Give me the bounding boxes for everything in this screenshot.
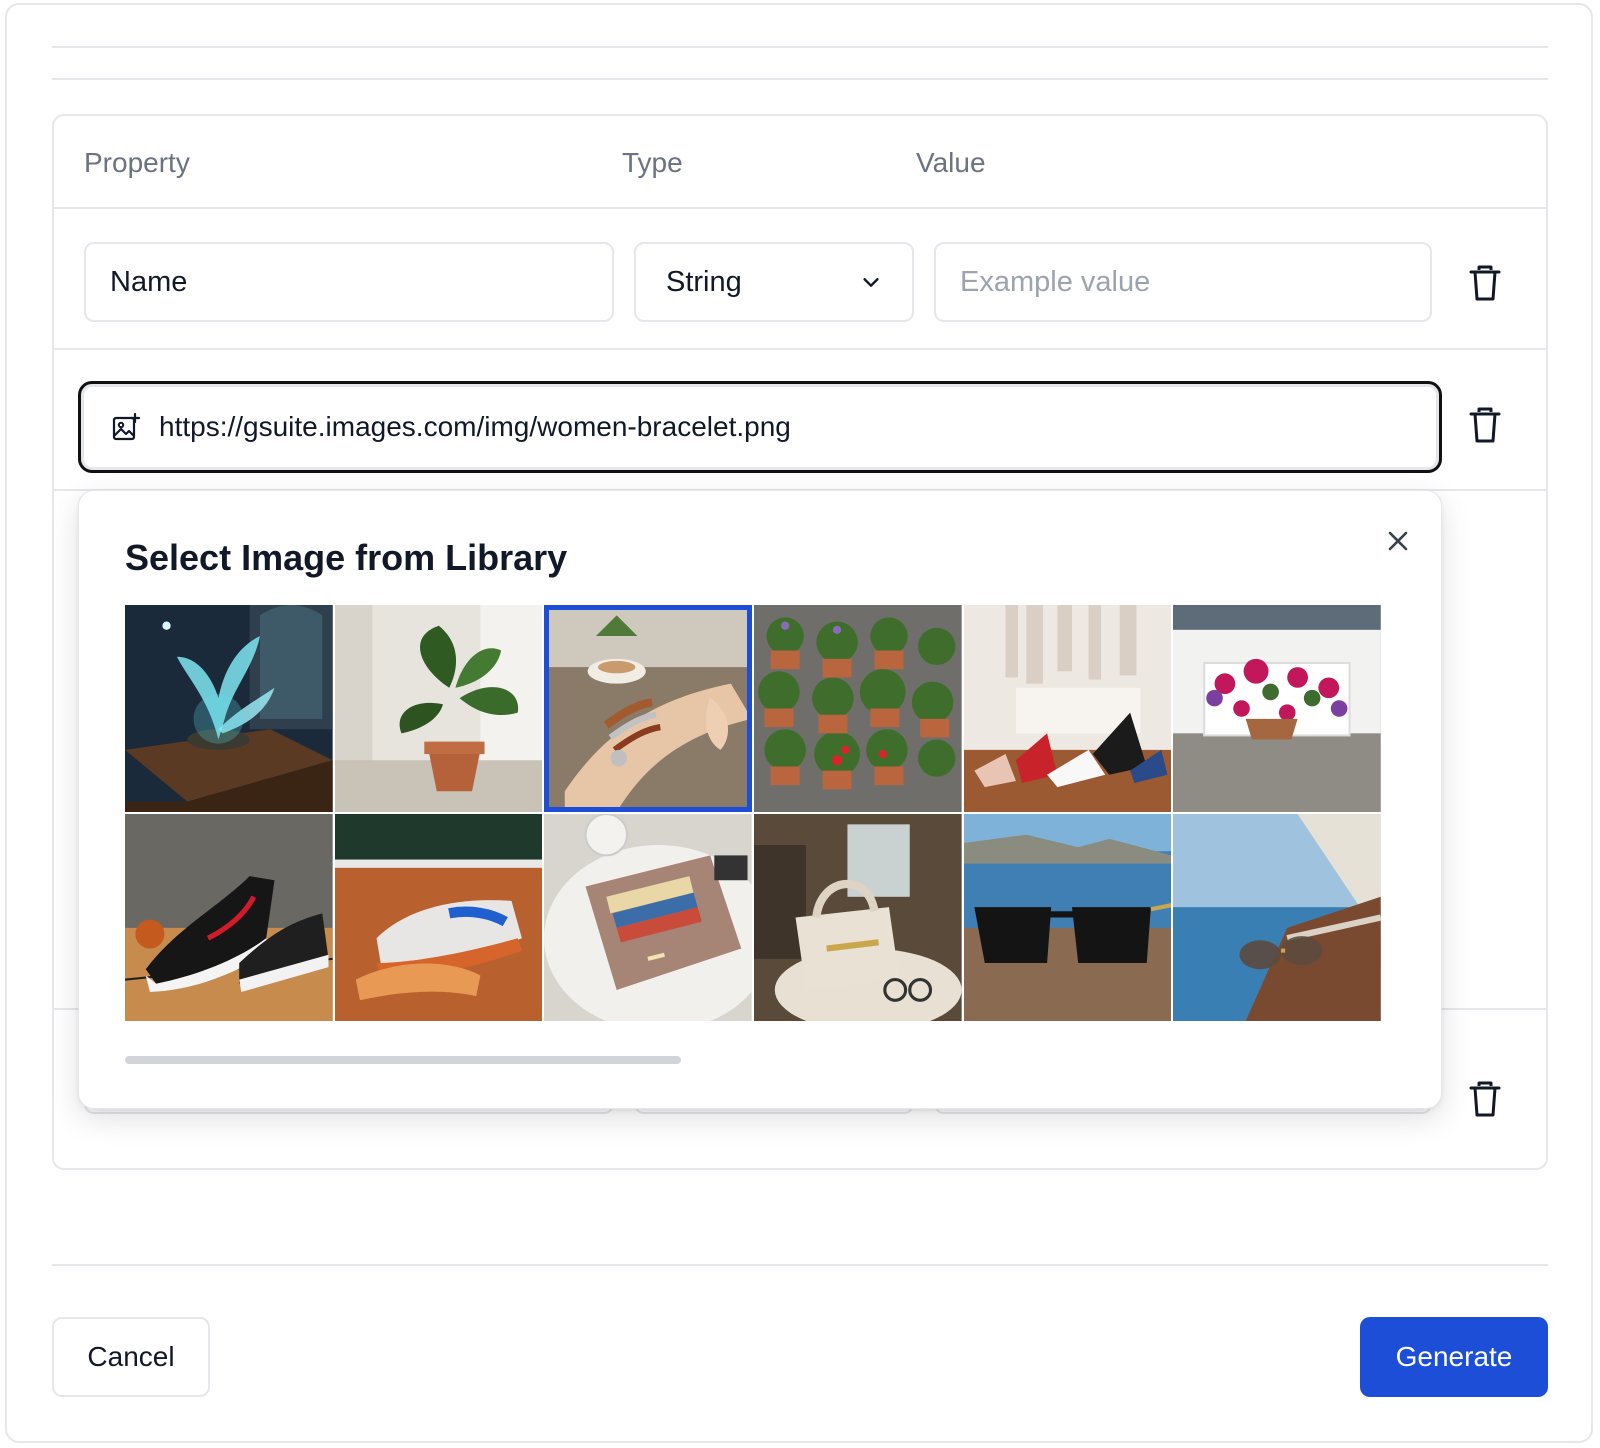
sunglasses-sea-image: [963, 814, 1172, 1021]
image-thumb-leather-wallet[interactable]: [544, 814, 752, 1021]
property-name-value: Name: [110, 265, 188, 298]
image-thumb-shoes-closet[interactable]: [963, 605, 1172, 812]
image-thumb-handbag[interactable]: [754, 814, 962, 1021]
header-property: Property: [84, 147, 190, 178]
image-thumb-monstera[interactable]: [334, 605, 543, 812]
value-input[interactable]: Example value: [934, 242, 1432, 322]
image-url-input[interactable]: https://gsuite.images.com/img/women-brac…: [78, 381, 1442, 473]
scrollbar-thumb[interactable]: [125, 1056, 681, 1064]
horizontal-scrollbar[interactable]: [125, 1056, 1381, 1064]
value-placeholder: Example value: [960, 265, 1151, 298]
header-value: Value: [916, 147, 986, 178]
type-select[interactable]: String: [634, 242, 914, 322]
trash-icon[interactable]: [1468, 1080, 1502, 1118]
popover-title: Select Image from Library: [125, 537, 568, 578]
flower-planter-image: [1173, 605, 1381, 812]
image-thumb-flower-planter[interactable]: [1173, 605, 1381, 812]
women-bracelet-image: [544, 605, 752, 812]
image-thumb-tennis-shoes[interactable]: [334, 814, 543, 1021]
cancel-button[interactable]: Cancel: [52, 1317, 210, 1397]
type-select-value: String: [666, 265, 742, 298]
basketball-sneakers-image: [125, 814, 333, 1021]
flower-pots-image: [754, 605, 962, 812]
shoes-closet-image: [963, 605, 1172, 812]
image-add-icon: [112, 412, 141, 441]
generate-button[interactable]: Generate: [1360, 1317, 1548, 1397]
image-url-value: https://gsuite.images.com/img/women-brac…: [159, 411, 791, 442]
sunglasses-yacht-image: [1173, 814, 1381, 1021]
image-grid: [125, 605, 1381, 1021]
property-name-input[interactable]: Name: [84, 242, 614, 322]
chevron-down-icon: [863, 278, 879, 287]
trash-icon[interactable]: [1468, 264, 1502, 302]
header-type: Type: [622, 147, 683, 178]
image-thumb-flower-pots-wall[interactable]: [754, 605, 962, 812]
handbag-image: [754, 814, 962, 1021]
header-separator: [54, 207, 1546, 209]
image-thumb-glowing-plant[interactable]: [125, 605, 333, 812]
image-thumb-women-bracelet[interactable]: [544, 605, 752, 812]
image-thumb-sunglasses-sea[interactable]: [963, 814, 1172, 1021]
leather-wallet-image: [544, 814, 752, 1021]
row-separator-1: [54, 348, 1546, 350]
trash-icon[interactable]: [1468, 406, 1502, 444]
image-library-popover: Select Image from Library: [78, 490, 1442, 1109]
monstera-image: [334, 605, 543, 812]
divider-top: [52, 46, 1548, 48]
tennis-shoes-image: [334, 814, 543, 1021]
image-thumb-basketball-sneakers[interactable]: [125, 814, 333, 1021]
image-thumb-sunglasses-yacht[interactable]: [1173, 814, 1381, 1021]
close-icon[interactable]: [1382, 525, 1414, 557]
divider-top-2: [52, 78, 1548, 80]
glowing-plant-image: [125, 605, 333, 812]
footer-divider: [52, 1264, 1548, 1266]
